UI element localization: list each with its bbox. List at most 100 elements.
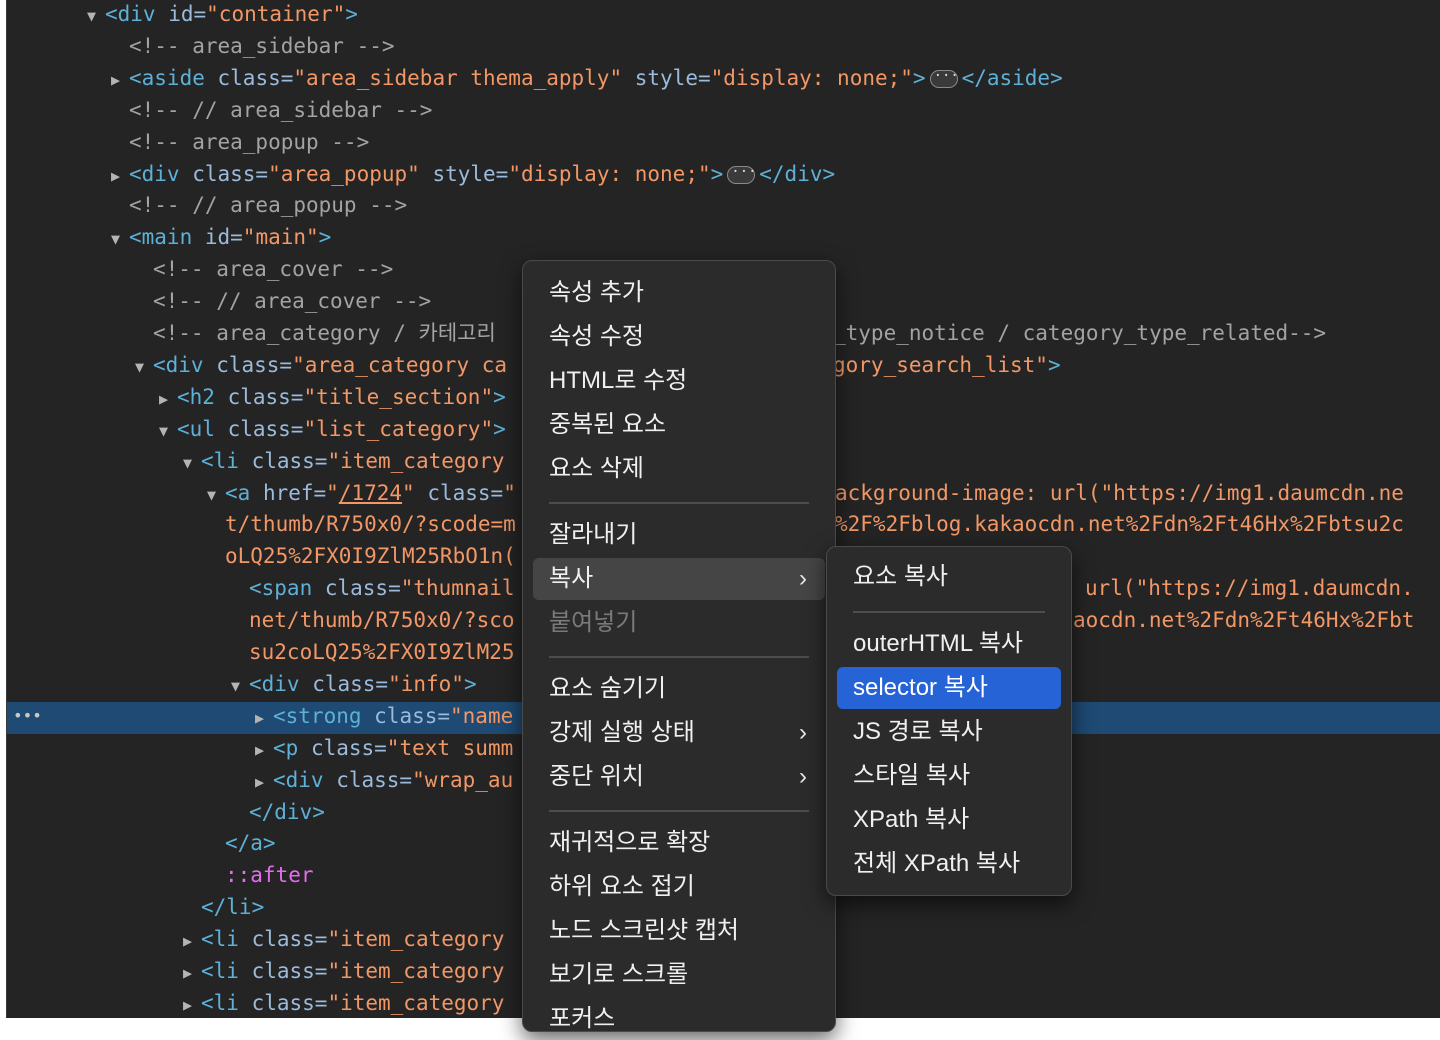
dom-node-row[interactable]: <!-- // area_popup --> bbox=[7, 191, 1440, 223]
node-token: <!-- area_sidebar --> bbox=[129, 33, 395, 58]
disclosure-triangle-icon[interactable]: ▶ bbox=[111, 162, 129, 190]
node-token: id= bbox=[204, 225, 243, 250]
menu-item[interactable]: 포커스 bbox=[533, 998, 825, 1040]
disclosure-triangle-icon[interactable]: ▼ bbox=[135, 353, 153, 381]
node-token: > bbox=[493, 384, 506, 409]
node-token: "main" bbox=[242, 225, 319, 250]
menu-item-label: 붙여넣기 bbox=[549, 609, 638, 636]
node-token: url("https://img1.daumcdn. bbox=[1085, 576, 1414, 601]
node-token: oLQ25%2FX0I9ZlM25RbO1n( bbox=[225, 544, 516, 569]
node-token: <ul bbox=[177, 416, 228, 441]
dom-node-row[interactable]: ▶ <div class="area_popup" style="display:… bbox=[7, 158, 1440, 192]
node-token: net/thumb/R750x0/?sco bbox=[249, 608, 515, 633]
menu-item-label: 중복된 요소 bbox=[549, 411, 667, 438]
menu-item[interactable]: 잘라내기 bbox=[533, 514, 825, 556]
disclosure-triangle-icon[interactable]: ▼ bbox=[183, 449, 201, 477]
menu-item[interactable]: 하위 요소 접기 bbox=[533, 866, 825, 908]
node-token: " bbox=[503, 480, 516, 505]
node-continuation: _type_notice / category_type_related--> bbox=[833, 319, 1326, 347]
menu-item[interactable]: 중복된 요소 bbox=[533, 404, 825, 446]
node-token: <div bbox=[273, 767, 337, 792]
menu-item[interactable]: selector 복사 bbox=[837, 667, 1061, 709]
menu-item[interactable]: 재귀적으로 확장 bbox=[533, 822, 825, 864]
chevron-right-icon: › bbox=[799, 763, 807, 790]
node-token: </div> bbox=[249, 799, 325, 824]
disclosure-triangle-icon[interactable]: ▼ bbox=[87, 2, 105, 30]
node-token: style= bbox=[622, 65, 711, 90]
menu-separator bbox=[549, 810, 809, 812]
menu-item[interactable]: 속성 수정 bbox=[533, 316, 825, 358]
menu-item-label: 속성 추가 bbox=[549, 279, 644, 306]
node-token: "area_sidebar thema_apply" bbox=[293, 65, 623, 90]
menu-item: 붙여넣기 bbox=[533, 602, 825, 644]
ellipsis-badge-icon[interactable] bbox=[727, 158, 757, 186]
node-token: <li bbox=[201, 990, 252, 1015]
menu-item[interactable]: 복사 › bbox=[533, 558, 825, 600]
menu-item[interactable]: JS 경로 복사 bbox=[837, 711, 1061, 753]
dom-node-row[interactable]: <!-- area_popup --> bbox=[7, 128, 1440, 160]
node-token: </a> bbox=[225, 831, 276, 856]
node-token[interactable]: /1724 bbox=[339, 481, 402, 505]
disclosure-triangle-icon[interactable]: ▼ bbox=[231, 672, 249, 700]
menu-separator bbox=[549, 502, 809, 504]
node-token: class= bbox=[251, 448, 328, 473]
disclosure-triangle-icon[interactable]: ▼ bbox=[207, 481, 225, 509]
menu-item[interactable]: 스타일 복사 bbox=[837, 755, 1061, 797]
menu-item[interactable]: 요소 숨기기 bbox=[533, 668, 825, 710]
node-token: su2coLQ25%2FX0I9ZlM25 bbox=[249, 640, 515, 664]
menu-item[interactable]: 속성 추가 bbox=[533, 272, 825, 314]
menu-item[interactable]: HTML로 수정 bbox=[533, 360, 825, 402]
disclosure-triangle-icon[interactable]: ▶ bbox=[159, 385, 177, 413]
dom-node-row[interactable]: ▶ <aside class="area_sidebar thema_apply"… bbox=[7, 62, 1440, 96]
disclosure-triangle-icon[interactable]: ▶ bbox=[183, 927, 201, 955]
disclosure-triangle-icon[interactable]: ▼ bbox=[159, 417, 177, 445]
dom-node-row[interactable]: <!-- // area_sidebar --> bbox=[7, 96, 1440, 128]
menu-item[interactable]: outerHTML 복사 bbox=[837, 623, 1061, 665]
node-token: ::after bbox=[225, 863, 314, 888]
dom-node-row[interactable]: ▼ <div id="container"> bbox=[7, 0, 1440, 32]
node-token: <li bbox=[201, 927, 252, 952]
node-token: <!-- area_popup --> bbox=[129, 129, 370, 154]
menu-item-label: 노드 스크린샷 캡처 bbox=[549, 917, 739, 944]
node-token: class= bbox=[251, 990, 328, 1015]
row-ellipsis-icon[interactable]: ••• bbox=[13, 702, 42, 730]
disclosure-triangle-icon[interactable]: ▶ bbox=[255, 704, 273, 732]
menu-item[interactable]: XPath 복사 bbox=[837, 799, 1061, 841]
menu-item-label: outerHTML 복사 bbox=[853, 630, 1023, 657]
disclosure-triangle-icon[interactable]: ▶ bbox=[255, 736, 273, 764]
dom-node-row[interactable]: <!-- area_sidebar --> bbox=[7, 32, 1440, 64]
node-token: class= bbox=[336, 767, 413, 792]
node-continuation: %2F%2Fblog.kakaocdn.net%2Fdn%2Ft46Hx%2Fb… bbox=[835, 510, 1404, 538]
menu-item[interactable]: 노드 스크린샷 캡처 bbox=[533, 910, 825, 952]
disclosure-triangle-icon[interactable]: ▶ bbox=[255, 768, 273, 796]
menu-item[interactable]: 전체 XPath 복사 bbox=[837, 843, 1061, 885]
node-token: <h2 bbox=[177, 384, 228, 409]
node-token: <aside bbox=[129, 65, 218, 90]
node-token: " bbox=[326, 480, 339, 505]
node-token: "list_category" bbox=[303, 416, 494, 441]
menu-item[interactable]: 요소 복사 bbox=[837, 556, 1061, 598]
ellipsis-badge-icon[interactable] bbox=[929, 62, 959, 90]
menu-item[interactable]: 보기로 스크롤 bbox=[533, 954, 825, 996]
node-token: > bbox=[1047, 352, 1061, 377]
node-token: " bbox=[402, 480, 415, 505]
disclosure-triangle-icon[interactable]: ▼ bbox=[111, 225, 129, 253]
node-token: <div bbox=[105, 2, 169, 26]
node-token: class= bbox=[251, 927, 328, 952]
node-token: <li bbox=[201, 959, 252, 983]
menu-item[interactable]: 중단 위치 › bbox=[533, 756, 825, 798]
node-token: class= bbox=[192, 161, 269, 186]
node-token: <div bbox=[129, 161, 193, 186]
menu-separator bbox=[549, 656, 809, 658]
node-token: class= bbox=[312, 671, 389, 696]
node-token: <!-- // area_sidebar --> bbox=[129, 97, 433, 122]
menu-item[interactable]: 강제 실행 상태 › bbox=[533, 712, 825, 754]
disclosure-triangle-icon[interactable]: ▶ bbox=[183, 991, 201, 1018]
disclosure-triangle-icon[interactable]: ▶ bbox=[111, 66, 129, 94]
disclosure-triangle-icon[interactable]: ▶ bbox=[183, 959, 201, 987]
node-continuation: ackground-image: url("https://img1.daumc… bbox=[835, 479, 1404, 507]
menu-item[interactable]: 요소 삭제 bbox=[533, 448, 825, 490]
dom-node-row[interactable]: ▼ <main id="main"> bbox=[7, 223, 1440, 255]
node-token: %2F%2Fblog.kakaocdn.net%2Fdn%2Ft46Hx%2Fb… bbox=[835, 512, 1404, 537]
node-token: <div bbox=[153, 352, 217, 377]
